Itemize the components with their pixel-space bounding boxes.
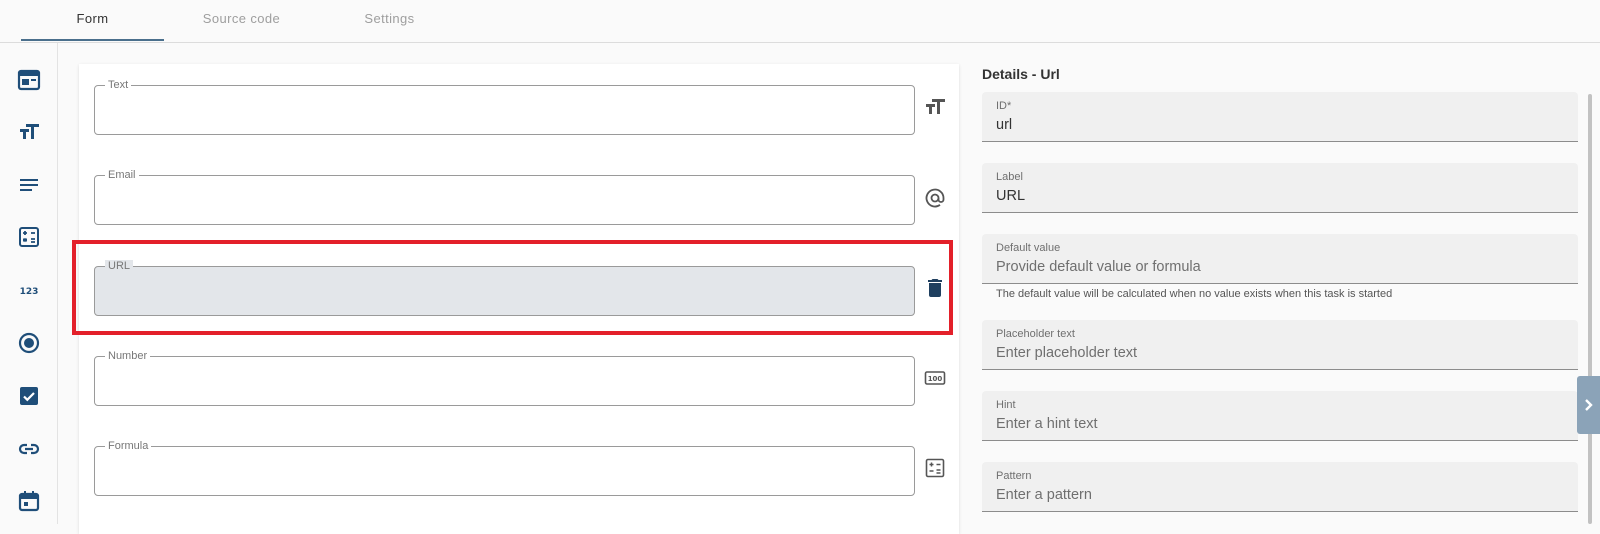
- id-field-value: url: [996, 117, 1013, 133]
- formula-field-preview[interactable]: Formula: [94, 440, 915, 496]
- hint-field[interactable]: Hint Enter a hint text: [982, 391, 1578, 441]
- paragraph-icon[interactable]: [17, 173, 41, 197]
- field-label: Number: [105, 350, 151, 362]
- number-field-preview[interactable]: Number: [94, 350, 915, 406]
- calculator-outline-icon: [923, 456, 947, 480]
- text-field-preview[interactable]: Text: [94, 79, 915, 135]
- layout-icon[interactable]: [17, 68, 41, 92]
- field-label: Formula: [105, 440, 152, 452]
- pattern-field[interactable]: Pattern Enter a pattern: [982, 462, 1578, 512]
- label-field[interactable]: Label URL: [982, 163, 1578, 213]
- label-field-label: Label: [996, 171, 1023, 183]
- default-value-label: Default value: [996, 242, 1061, 254]
- tab-settings[interactable]: Settings: [318, 0, 461, 41]
- default-value-hint: The default value will be calculated whe…: [996, 288, 1393, 300]
- checkbox-icon[interactable]: [17, 384, 41, 408]
- at-icon: [923, 186, 947, 210]
- field-label: Email: [105, 169, 139, 181]
- svg-text:100: 100: [928, 375, 943, 383]
- default-value-placeholder: Provide default value or formula: [996, 259, 1201, 275]
- chevron-right-icon: [1585, 399, 1593, 411]
- svg-text:123: 123: [20, 287, 39, 297]
- radio-icon[interactable]: [17, 331, 41, 355]
- id-field[interactable]: ID* url: [982, 92, 1578, 142]
- selected-field-highlight: [72, 240, 953, 335]
- details-title: Details - Url: [982, 66, 1060, 82]
- details-scrollbar[interactable]: [1588, 94, 1592, 524]
- component-palette: 123: [0, 43, 58, 524]
- id-field-label: ID*: [996, 100, 1012, 112]
- email-field-preview[interactable]: Email: [94, 169, 915, 225]
- pattern-label: Pattern: [996, 470, 1032, 482]
- number-icon[interactable]: 123: [17, 278, 41, 302]
- text-size-icon: [923, 95, 947, 119]
- hint-label: Hint: [996, 399, 1016, 411]
- calculator-icon[interactable]: [17, 225, 41, 249]
- field-label: Text: [105, 79, 132, 91]
- tab-bar: Form Source code Settings: [0, 0, 1600, 43]
- placeholder-text-label: Placeholder text: [996, 328, 1075, 340]
- pattern-placeholder: Enter a pattern: [996, 487, 1092, 503]
- placeholder-text-placeholder: Enter placeholder text: [996, 345, 1138, 361]
- calendar-icon[interactable]: [17, 489, 41, 513]
- expand-panel-button[interactable]: [1577, 376, 1600, 434]
- tab-source-code[interactable]: Source code: [170, 0, 313, 41]
- tab-form[interactable]: Form: [21, 0, 164, 41]
- label-field-value: URL: [996, 188, 1026, 204]
- number-box-icon: 100: [923, 366, 947, 390]
- default-value-field[interactable]: Default value Provide default value or f…: [982, 234, 1578, 284]
- text-size-icon[interactable]: [17, 120, 41, 144]
- placeholder-text-field[interactable]: Placeholder text Enter placeholder text: [982, 320, 1578, 370]
- hint-placeholder: Enter a hint text: [996, 416, 1098, 432]
- link-icon[interactable]: [17, 437, 41, 461]
